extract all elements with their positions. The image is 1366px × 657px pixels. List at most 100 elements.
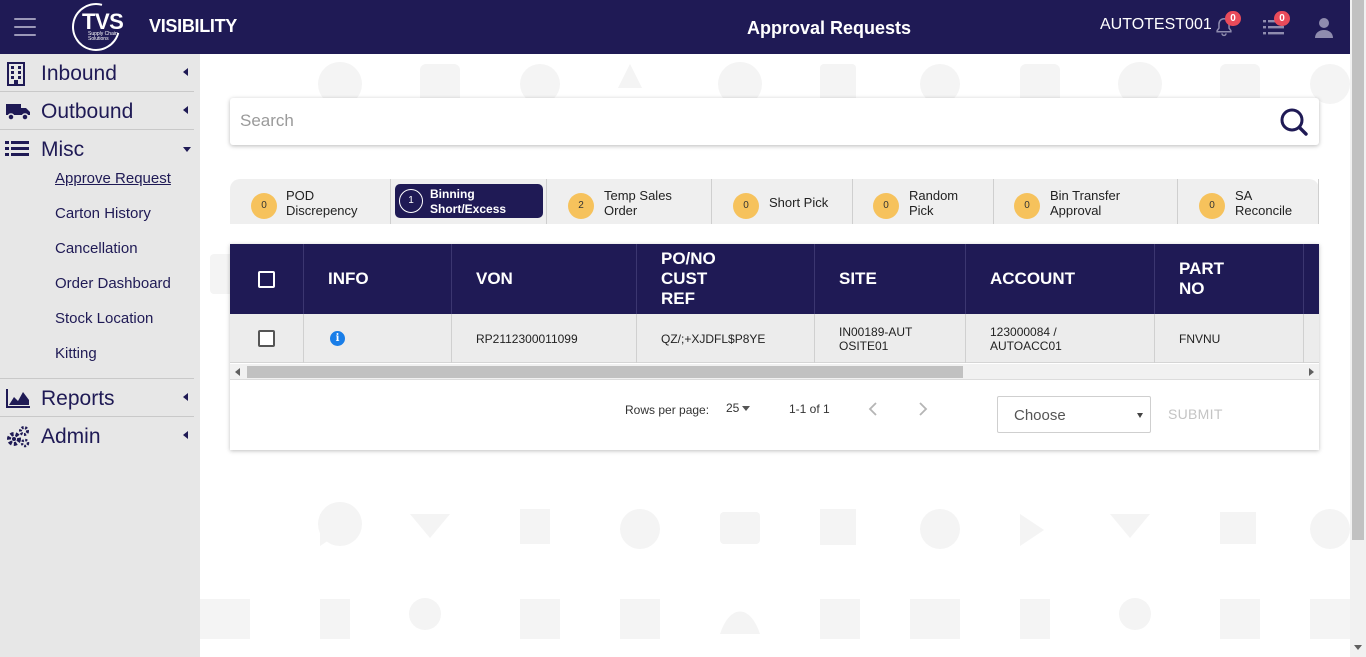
tab-count: 1: [399, 189, 423, 213]
sidebar-item-cancellation[interactable]: Cancellation: [55, 240, 138, 257]
sidebar: Inbound Outbound Misc Approve Request Ca…: [0, 54, 200, 657]
scroll-left-icon[interactable]: [235, 368, 240, 376]
pagination-range: 1-1 of 1: [789, 402, 830, 416]
tab-label: Short Pick: [769, 195, 829, 210]
horizontal-scrollbar[interactable]: [230, 364, 1319, 380]
notifications-bell-icon[interactable]: 0: [1213, 11, 1241, 40]
row-select-cell: [230, 314, 304, 363]
tasks-badge: 0: [1274, 11, 1290, 26]
sidebar-item-stock-location[interactable]: Stock Location: [55, 310, 153, 327]
tab-count: 2: [568, 193, 594, 219]
search-input[interactable]: [240, 106, 1270, 136]
caret-down-icon: [742, 406, 751, 412]
caret-down-icon: [1137, 413, 1143, 418]
tab-count: 0: [1014, 193, 1040, 219]
column-header-po-no-cust-ref[interactable]: PO/NO CUST REF: [637, 244, 815, 314]
scroll-right-icon[interactable]: [1309, 368, 1314, 376]
action-select[interactable]: Choose: [997, 396, 1151, 433]
nav-admin-label: Admin: [41, 425, 101, 448]
nav-reports[interactable]: Reports: [0, 379, 194, 417]
request-type-tabs: 0 POD Discrepency 1 Binning Short/Excess…: [230, 179, 1319, 224]
next-page-button[interactable]: [910, 397, 934, 421]
column-header-site[interactable]: SITE: [815, 244, 966, 314]
tab-label: Temp Sales Order: [604, 188, 672, 218]
page-title: Approval Requests: [747, 18, 912, 38]
row-checkbox[interactable]: [258, 330, 275, 347]
chevron-left-icon: [183, 393, 188, 401]
username[interactable]: AUTOTEST001: [1100, 16, 1212, 34]
scrollbar-thumb[interactable]: [1352, 0, 1364, 540]
building-icon: [5, 62, 29, 86]
nav-admin[interactable]: Admin: [0, 417, 194, 455]
part-no-cell: FNVNU: [1155, 314, 1304, 363]
sidebar-item-approve-request[interactable]: Approve Request: [55, 170, 171, 187]
nav-misc-label: Misc: [41, 138, 85, 161]
sidebar-item-kitting[interactable]: Kitting: [55, 345, 97, 362]
table-header: INFO VON PO/NO CUST REF SITE ACCOUNT PAR…: [230, 244, 1319, 314]
tab-label: Random Pick: [909, 188, 959, 218]
select-all-checkbox[interactable]: [258, 271, 275, 288]
search-icon[interactable]: [1279, 107, 1309, 137]
vertical-scrollbar[interactable]: [1350, 0, 1366, 657]
table-row[interactable]: i RP2112300011099 QZ/;+XJDFL$P8YE IN0018…: [230, 314, 1319, 363]
chevron-left-icon: [183, 68, 188, 76]
chevron-left-icon: [183, 106, 188, 114]
sidebar-item-order-dashboard[interactable]: Order Dashboard: [55, 275, 171, 292]
tab-pod-discrepency[interactable]: 0 POD Discrepency: [230, 179, 391, 224]
column-header-von[interactable]: VON: [452, 244, 637, 314]
area-chart-icon: [5, 387, 30, 409]
rows-per-page-value: 25: [726, 401, 740, 415]
tab-binning-short-excess[interactable]: 1 Binning Short/Excess: [391, 179, 547, 224]
tab-random-pick[interactable]: 0 Random Pick: [853, 179, 994, 224]
brand-name: VISIBILITY: [149, 16, 238, 36]
column-header-part-no[interactable]: PART NO: [1155, 244, 1304, 314]
search-bar: [230, 98, 1319, 145]
tab-label: POD Discrepency: [286, 188, 358, 218]
chevron-down-icon: [183, 147, 191, 152]
nav-reports-label: Reports: [41, 387, 115, 410]
tab-bin-transfer-approval[interactable]: 0 Bin Transfer Approval: [994, 179, 1178, 224]
submit-button[interactable]: SUBMIT: [1168, 406, 1223, 422]
info-cell: i: [304, 314, 452, 363]
nav-outbound-label: Outbound: [41, 100, 134, 123]
tab-label: Binning Short/Excess: [430, 187, 507, 216]
main-content: 0 POD Discrepency 1 Binning Short/Excess…: [200, 54, 1350, 657]
tab-temp-sales-order[interactable]: 2 Temp Sales Order: [547, 179, 712, 224]
chevron-right-icon: [919, 402, 928, 416]
rows-per-page-select[interactable]: 25: [726, 401, 751, 415]
sidebar-item-carton-history[interactable]: Carton History: [55, 205, 151, 222]
previous-page-button[interactable]: [862, 397, 886, 421]
tab-label: SA Reconcile: [1235, 188, 1293, 218]
rows-per-page-label: Rows per page:: [625, 403, 710, 417]
column-header-account[interactable]: ACCOUNT: [966, 244, 1155, 314]
po-no-cust-ref-cell: QZ/;+XJDFL$P8YE: [637, 314, 815, 363]
nav-inbound[interactable]: Inbound: [0, 54, 194, 92]
account-cell: 123000084 / AUTOACC01: [966, 314, 1155, 363]
truck-icon: [5, 100, 30, 122]
select-all-cell: [230, 244, 304, 314]
tab-sa-reconcile[interactable]: 0 SA Reconcile: [1178, 179, 1319, 224]
tab-count: 0: [733, 193, 759, 219]
chevron-left-icon: [183, 431, 188, 439]
hamburger-menu-icon[interactable]: [14, 18, 36, 36]
site-cell: IN00189-AUTOSITE01: [815, 314, 966, 363]
gears-icon: [5, 425, 30, 448]
requests-table: INFO VON PO/NO CUST REF SITE ACCOUNT PAR…: [230, 244, 1319, 450]
column-header-info[interactable]: INFO: [304, 244, 452, 314]
von-cell: RP2112300011099: [452, 314, 637, 363]
scroll-down-icon[interactable]: [1354, 645, 1362, 650]
tab-count: 0: [1199, 193, 1225, 219]
scrollbar-thumb[interactable]: [247, 366, 963, 378]
tab-short-pick[interactable]: 0 Short Pick: [712, 179, 853, 224]
nav-outbound[interactable]: Outbound: [0, 92, 194, 130]
list-icon: [5, 138, 29, 160]
tab-count: 0: [873, 193, 899, 219]
info-icon[interactable]: i: [330, 331, 345, 346]
tab-count: 0: [251, 193, 277, 219]
nav-misc[interactable]: Misc: [0, 130, 194, 168]
task-list-icon[interactable]: 0: [1262, 11, 1290, 40]
tvs-logo: TVS Supply Chain Solutions: [63, 0, 130, 60]
nav-inbound-label: Inbound: [41, 62, 117, 85]
user-avatar-icon[interactable]: [1313, 16, 1337, 40]
tab-label: Bin Transfer Approval: [1050, 188, 1121, 218]
